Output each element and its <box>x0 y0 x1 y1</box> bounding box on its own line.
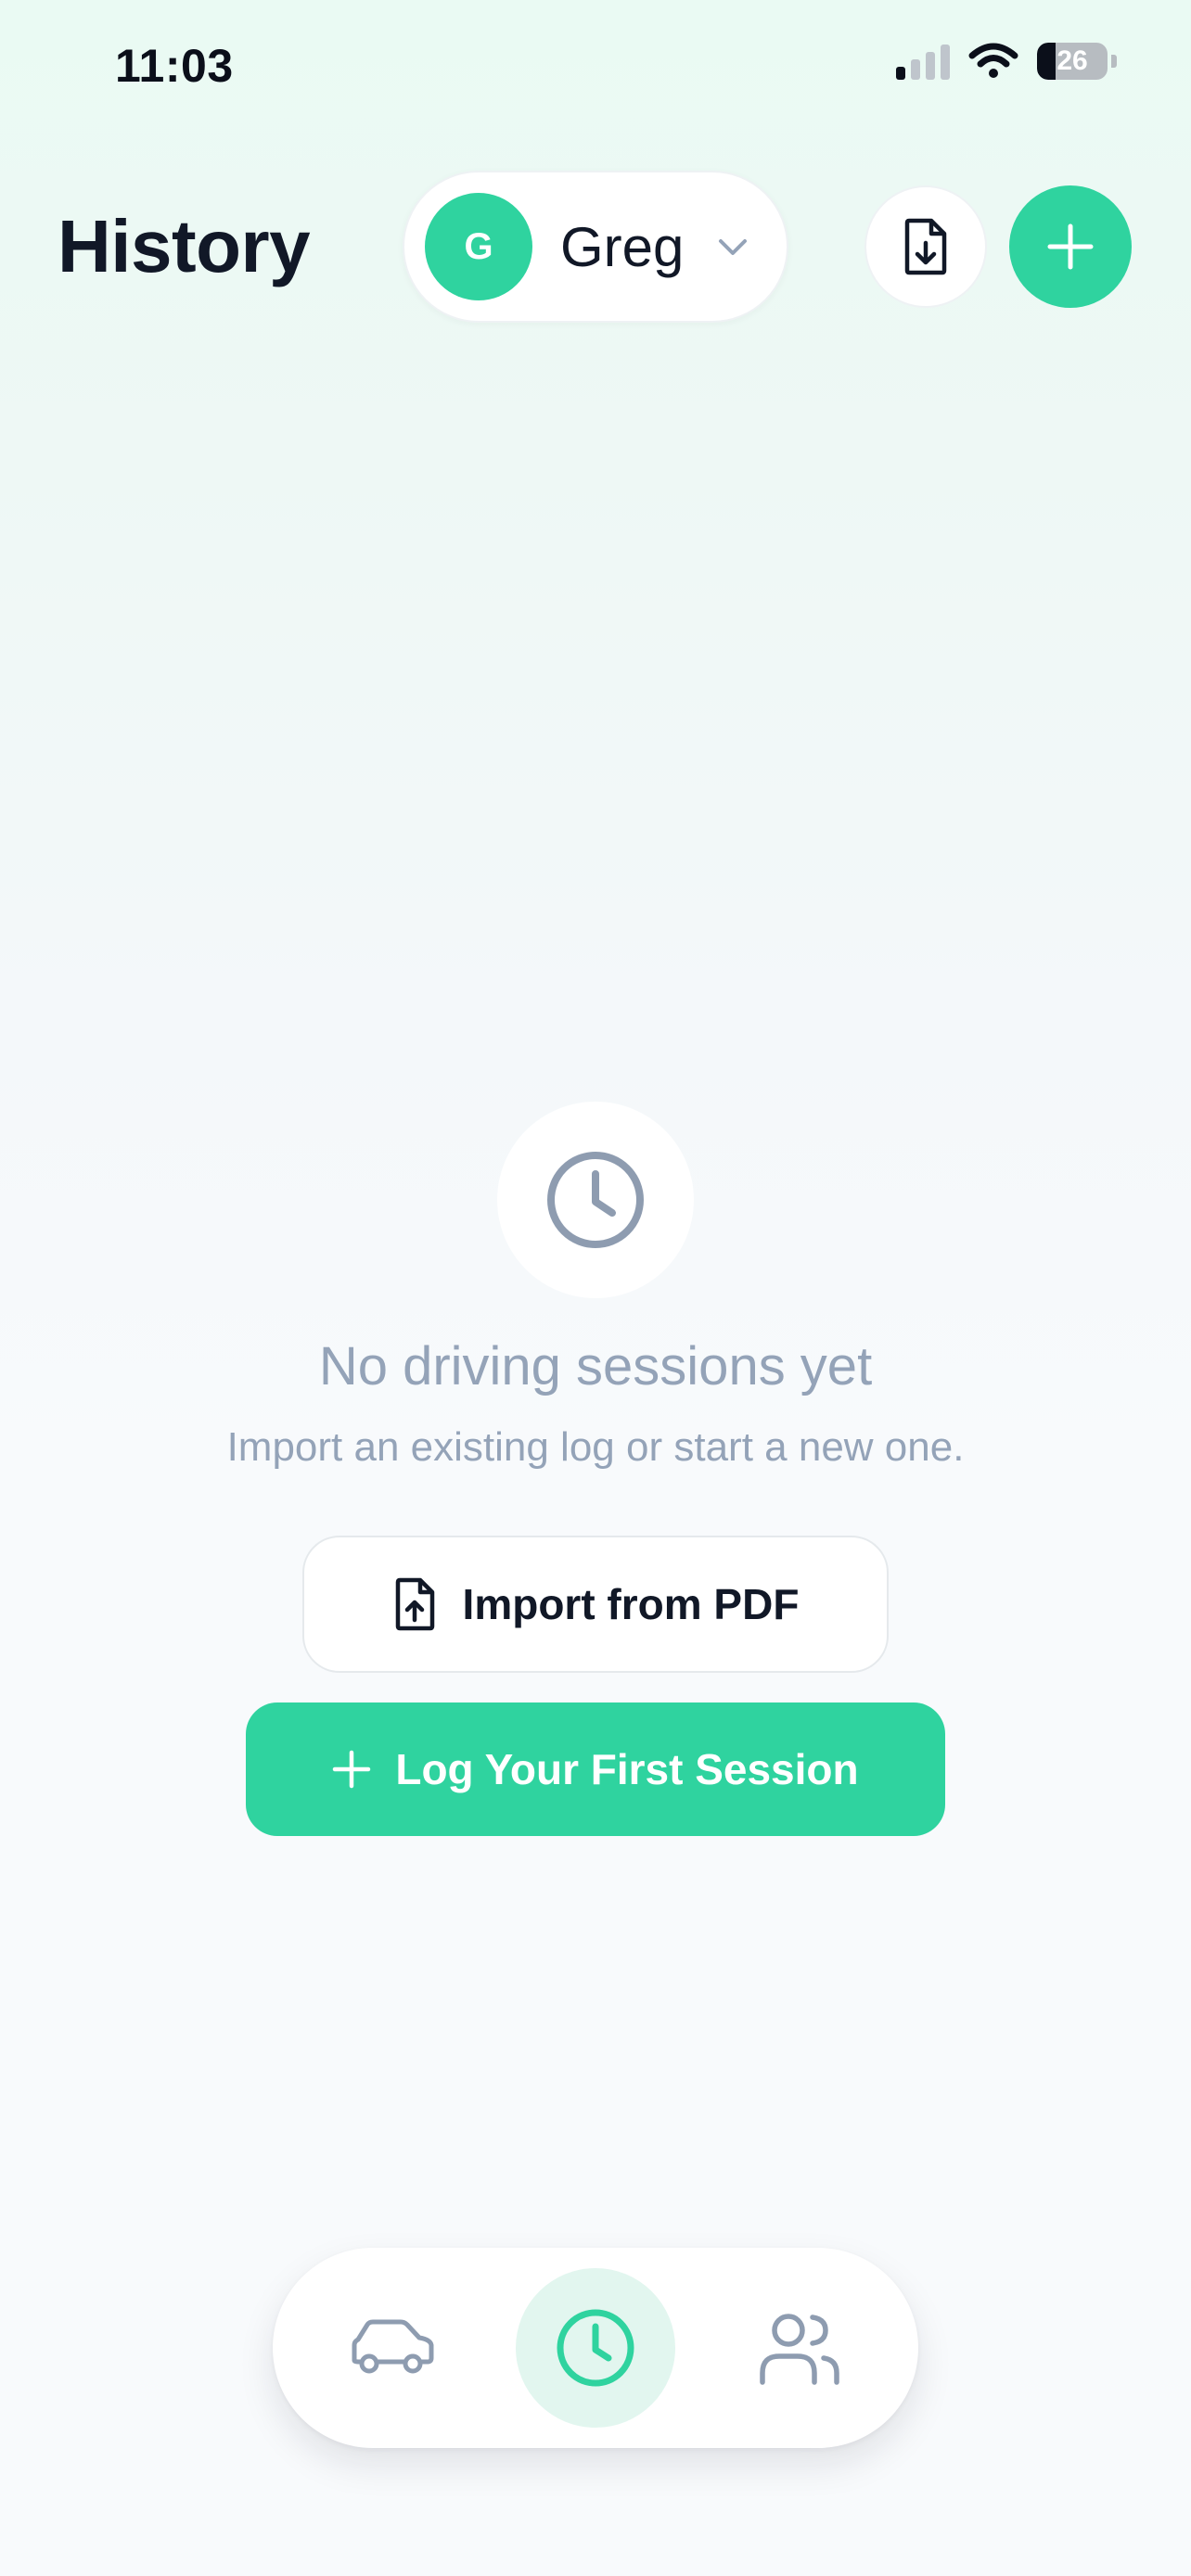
bottom-nav <box>273 2248 918 2448</box>
nav-item-drive[interactable] <box>312 2268 471 2428</box>
car-icon <box>352 2319 434 2374</box>
status-icons: 26 <box>896 43 1117 80</box>
empty-state-subtitle: Import an existing log or start a new on… <box>226 1424 965 1470</box>
add-session-button[interactable] <box>1009 185 1132 308</box>
users-icon <box>760 2314 839 2385</box>
clock-icon <box>557 2309 634 2387</box>
import-pdf-button[interactable]: Import from PDF <box>302 1536 889 1673</box>
battery-percent: 26 <box>1057 45 1088 76</box>
nav-item-history[interactable] <box>516 2268 675 2428</box>
nav-item-people[interactable] <box>720 2268 879 2428</box>
page-title: History <box>58 205 311 287</box>
wifi-icon <box>968 43 1018 78</box>
empty-state-title: No driving sessions yet <box>318 1336 873 1396</box>
log-first-session-button[interactable]: Log Your First Session <box>246 1702 945 1836</box>
clock-icon <box>547 1152 644 1248</box>
profile-selector[interactable]: G Greg <box>403 171 788 323</box>
cellular-signal-icon <box>896 43 950 80</box>
import-pdf-label: Import from PDF <box>462 1580 800 1628</box>
plus-icon <box>1047 223 1094 270</box>
empty-state-icon <box>497 1102 694 1298</box>
file-upload-icon <box>395 1577 434 1631</box>
file-download-icon <box>904 218 947 275</box>
plus-icon <box>333 1750 371 1789</box>
chevron-down-icon <box>719 239 748 255</box>
log-first-session-label: Log Your First Session <box>395 1745 859 1793</box>
status-time: 11:03 <box>115 40 234 92</box>
export-pdf-button[interactable] <box>864 185 987 308</box>
avatar: G <box>425 193 532 300</box>
profile-name: Greg <box>560 215 685 278</box>
battery-icon: 26 <box>1037 43 1108 80</box>
